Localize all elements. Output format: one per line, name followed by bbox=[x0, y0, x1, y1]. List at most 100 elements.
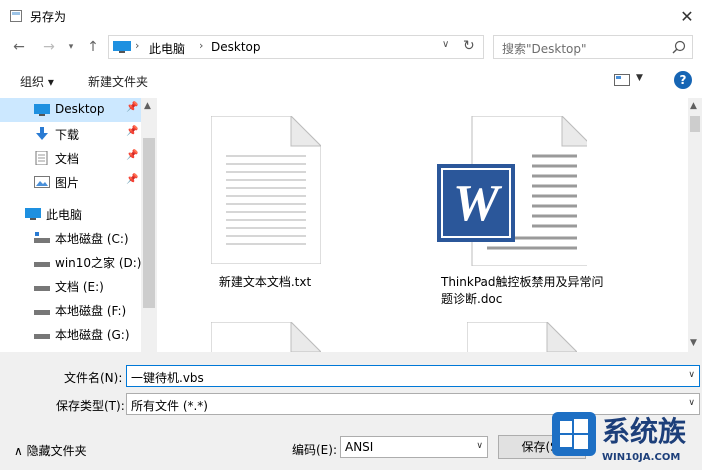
computer-icon bbox=[25, 208, 41, 220]
scroll-up-icon[interactable]: ▲ bbox=[144, 101, 151, 111]
sidebar-item-desktop[interactable]: Desktop 📌 bbox=[0, 98, 141, 122]
scroll-up-icon[interactable]: ▲ bbox=[690, 101, 697, 111]
sidebar-item-pictures[interactable]: 图片 📌 bbox=[0, 170, 141, 194]
chevron-down-icon[interactable]: ▼ bbox=[636, 73, 643, 83]
window-title: 另存为 bbox=[30, 10, 67, 24]
navigation-pane: Desktop 📌 下载 📌 文档 📌 图片 📌 此电脑 本地磁盘 (C:) w… bbox=[0, 98, 157, 352]
up-button[interactable]: ↑ bbox=[84, 39, 102, 55]
sidebar-item-label: 本地磁盘 (G:) bbox=[55, 328, 130, 342]
pin-icon: 📌 bbox=[126, 174, 139, 185]
drive-icon bbox=[34, 334, 50, 339]
watermark-url: WIN10JA.COM bbox=[602, 452, 681, 463]
help-icon[interactable]: ? bbox=[674, 71, 692, 89]
breadcrumb-this-pc[interactable]: 此电脑 bbox=[149, 40, 185, 57]
pin-icon: 📌 bbox=[126, 126, 139, 137]
filename-label: 文件名(N): bbox=[64, 371, 123, 385]
scroll-thumb[interactable] bbox=[690, 116, 700, 132]
svg-text:W: W bbox=[453, 175, 503, 232]
forward-button[interactable]: → bbox=[40, 39, 58, 55]
refresh-icon[interactable]: ↻ bbox=[463, 38, 475, 54]
text-document-icon bbox=[467, 322, 577, 352]
encoding-label: 编码(E): bbox=[292, 443, 337, 457]
chevron-down-icon[interactable]: ∨ bbox=[442, 39, 449, 50]
search-input[interactable]: 搜索"Desktop" bbox=[502, 40, 587, 57]
breadcrumb-desktop[interactable]: Desktop bbox=[211, 40, 261, 54]
sidebar-item-label: Desktop bbox=[55, 102, 105, 116]
file-list: 新建文本文档.txt W ThinkPad触控板禁用及异常问 题诊断.doc ▲… bbox=[157, 98, 702, 352]
text-document-icon bbox=[211, 322, 321, 352]
file-item-partial[interactable] bbox=[427, 322, 607, 352]
navigation-scrollbar[interactable]: ▲ bbox=[141, 98, 157, 352]
hide-folders-toggle[interactable]: ∧ 隐藏文件夹 bbox=[14, 442, 87, 459]
watermark: 系统族 WIN10JA.COM bbox=[548, 408, 702, 470]
file-name: ThinkPad触控板禁用及异常问 题诊断.doc bbox=[441, 274, 621, 308]
desktop-icon bbox=[34, 104, 50, 116]
filename-input[interactable]: 一键待机.vbs bbox=[131, 369, 204, 386]
sidebar-item-label: 下载 bbox=[55, 128, 80, 142]
pin-icon: 📌 bbox=[126, 102, 139, 113]
chevron-right-icon: › bbox=[135, 39, 140, 52]
search-icon[interactable] bbox=[672, 40, 686, 54]
chevron-right-icon: › bbox=[199, 39, 204, 52]
pin-icon: 📌 bbox=[126, 150, 139, 161]
file-item-doc[interactable]: W ThinkPad触控板禁用及异常问 题诊断.doc bbox=[427, 98, 607, 308]
sidebar-item-label: 文档 bbox=[55, 152, 80, 166]
sidebar-item-label: 文档 (E:) bbox=[55, 280, 104, 294]
drive-icon bbox=[34, 286, 50, 291]
sidebar-item-drive-f[interactable]: 本地磁盘 (F:) bbox=[0, 298, 141, 322]
chevron-down-icon[interactable]: ∨ bbox=[688, 398, 695, 408]
file-item-txt[interactable]: 新建文本文档.txt bbox=[175, 98, 355, 308]
sidebar-item-this-pc[interactable]: 此电脑 bbox=[0, 202, 141, 226]
filetype-value: 所有文件 (*.*) bbox=[131, 399, 208, 413]
sidebar-item-documents[interactable]: 文档 📌 bbox=[0, 146, 141, 170]
pictures-icon bbox=[34, 176, 50, 188]
search-box[interactable]: 搜索"Desktop" bbox=[493, 35, 693, 59]
download-icon bbox=[36, 127, 48, 140]
title-bar: 另存为 ✕ bbox=[0, 0, 702, 32]
sidebar-item-label: 本地磁盘 (C:) bbox=[55, 232, 129, 246]
organize-menu[interactable]: 组织 ▾ bbox=[20, 73, 54, 90]
sidebar-item-label: 此电脑 bbox=[46, 208, 83, 222]
command-bar: 组织 ▾ 新建文件夹 ▼ ? bbox=[0, 62, 702, 98]
sidebar-item-drive-g[interactable]: 本地磁盘 (G:) bbox=[0, 322, 141, 346]
chevron-down-icon[interactable]: ∨ bbox=[688, 370, 695, 380]
sidebar-item-label: 图片 bbox=[55, 176, 80, 190]
file-name-line1: ThinkPad触控板禁用及异常问 bbox=[441, 275, 604, 289]
documents-icon bbox=[35, 151, 48, 165]
file-item-partial[interactable] bbox=[175, 322, 355, 352]
sidebar-item-drive-c[interactable]: 本地磁盘 (C:) bbox=[0, 226, 141, 250]
hide-folders-label: 隐藏文件夹 bbox=[26, 444, 87, 458]
encoding-select[interactable]: ANSI ∨ bbox=[340, 436, 488, 458]
drive-icon bbox=[34, 310, 50, 315]
scroll-down-icon[interactable]: ▼ bbox=[690, 338, 697, 348]
file-name: 新建文本文档.txt bbox=[218, 275, 312, 289]
drive-icon bbox=[34, 232, 50, 243]
sidebar-item-label: 本地磁盘 (F:) bbox=[55, 304, 127, 318]
sidebar-item-drive-d[interactable]: win10之家 (D:) bbox=[0, 250, 142, 274]
encoding-value: ANSI bbox=[345, 440, 374, 454]
chevron-up-icon: ∧ bbox=[14, 444, 23, 458]
recent-locations-button[interactable]: ▾ bbox=[62, 39, 80, 55]
chevron-down-icon[interactable]: ∨ bbox=[476, 441, 483, 451]
scroll-thumb[interactable] bbox=[143, 138, 155, 308]
close-button[interactable]: ✕ bbox=[672, 0, 702, 32]
save-as-icon bbox=[10, 10, 22, 22]
filename-field[interactable]: 一键待机.vbs ∨ bbox=[126, 365, 700, 387]
address-bar-row: ← → ▾ ↑ › 此电脑 › Desktop ∨ ↻ 搜索"Desktop" bbox=[0, 32, 702, 62]
filetype-label: 保存类型(T): bbox=[56, 399, 125, 413]
close-icon: ✕ bbox=[680, 6, 694, 26]
windows-logo-icon bbox=[552, 412, 596, 456]
sidebar-item-drive-e[interactable]: 文档 (E:) bbox=[0, 274, 141, 298]
new-folder-button[interactable]: 新建文件夹 bbox=[88, 73, 148, 90]
word-document-icon: W bbox=[437, 116, 587, 266]
address-bar[interactable]: › 此电脑 › Desktop ∨ ↻ bbox=[108, 35, 484, 59]
sidebar-item-downloads[interactable]: 下载 📌 bbox=[0, 122, 141, 146]
file-name-line2: 题诊断.doc bbox=[441, 292, 503, 306]
view-options-icon[interactable] bbox=[614, 74, 630, 86]
back-button[interactable]: ← bbox=[10, 39, 28, 55]
text-document-icon bbox=[211, 116, 321, 264]
watermark-title: 系统族 bbox=[602, 415, 687, 448]
content-scrollbar[interactable]: ▲ ▼ bbox=[688, 98, 702, 352]
drive-icon bbox=[34, 262, 50, 267]
computer-icon bbox=[113, 41, 131, 53]
